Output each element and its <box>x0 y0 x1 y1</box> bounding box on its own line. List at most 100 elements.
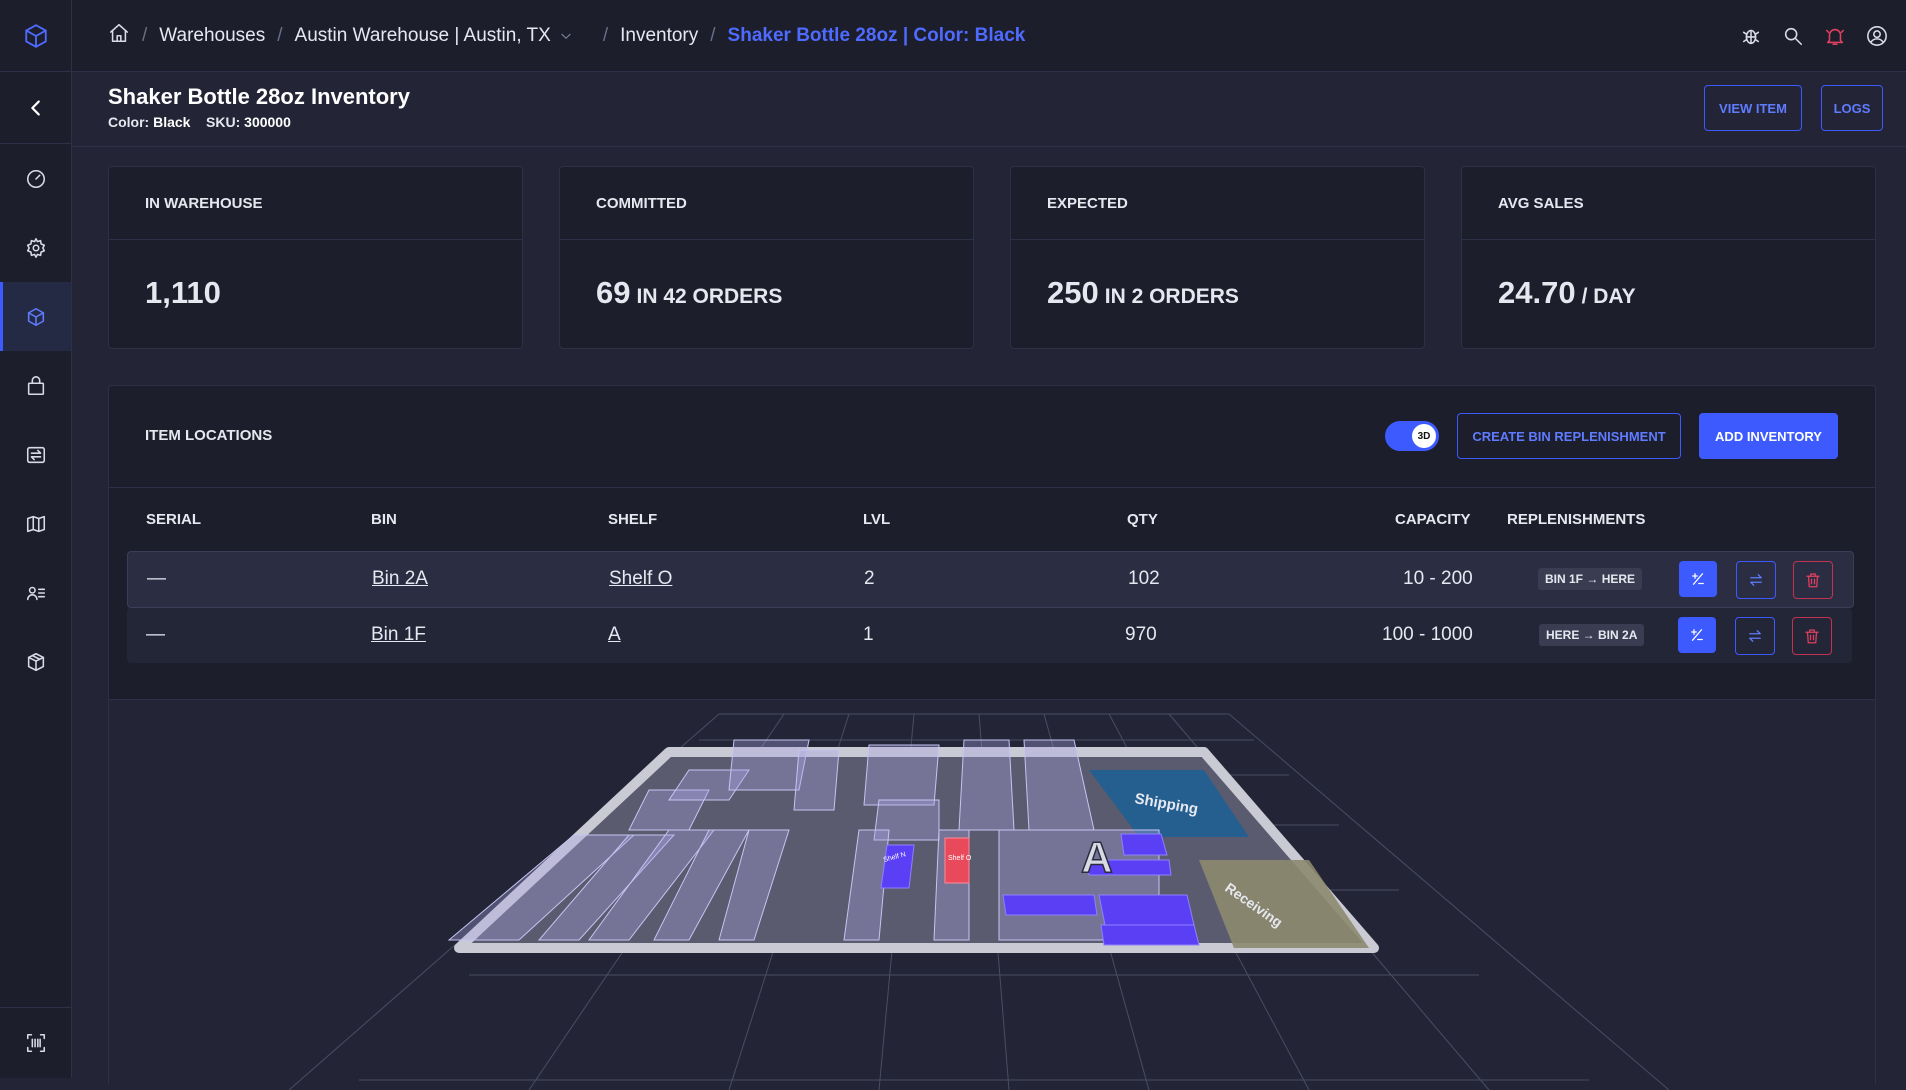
transfer-icon <box>26 446 45 463</box>
logs-button[interactable]: LOGS <box>1821 85 1883 131</box>
panel-title: ITEM LOCATIONS <box>145 427 273 444</box>
col-lvl[interactable]: LVL <box>863 511 890 528</box>
breadcrumb-warehouse[interactable]: Austin Warehouse | Austin, TX <box>295 25 551 47</box>
page-header: Shaker Bottle 28oz Inventory Color: Blac… <box>72 72 1906 147</box>
shelf-o-label: Shelf O <box>948 855 972 862</box>
bell-alert-icon[interactable] <box>1824 25 1846 47</box>
divider <box>109 239 522 240</box>
delete-button[interactable] <box>1793 561 1833 599</box>
plus-minus-icon <box>1692 573 1704 585</box>
speedometer-icon <box>26 169 45 188</box>
warehouse-3d-view[interactable]: Shipping Receiving Shelf N Shelf O A <box>109 699 1875 1090</box>
col-shelf[interactable]: SHELF <box>608 511 657 528</box>
app-logo[interactable] <box>0 0 71 72</box>
breadcrumb-current: Shaker Bottle 28oz | Color: Black <box>727 24 1026 46</box>
stat-value: 69 IN 42 ORDERS <box>596 275 783 310</box>
sidebar-item-settings[interactable] <box>0 213 71 282</box>
sidebar-item-map[interactable] <box>0 489 71 558</box>
breadcrumb-inventory[interactable]: Inventory <box>620 25 698 47</box>
toggle-knob: 3D <box>1412 424 1436 448</box>
sidebar-item-inventory[interactable] <box>0 282 71 351</box>
shelf-link[interactable]: Shelf O <box>609 568 672 590</box>
stat-card-expected: EXPECTED 250 IN 2 ORDERS <box>1010 166 1425 349</box>
shelf-link[interactable]: A <box>608 624 621 646</box>
cube-icon <box>27 307 44 326</box>
user-list-icon <box>26 586 45 600</box>
sku-value: 300000 <box>244 114 291 130</box>
package-icon <box>27 652 44 671</box>
stat-card-committed: COMMITTED 69 IN 42 ORDERS <box>559 166 974 349</box>
create-bin-replenishment-button[interactable]: CREATE BIN REPLENISHMENT <box>1457 413 1681 459</box>
transfer-button[interactable] <box>1736 561 1776 599</box>
cell-serial: — <box>147 568 166 589</box>
shelf-n-bin[interactable] <box>880 844 915 889</box>
warehouse-3d-scene[interactable]: Shipping Receiving Shelf N Shelf O A <box>109 700 1875 1090</box>
trash-icon <box>1805 629 1819 644</box>
stat-value: 24.70/ DAY <box>1498 275 1636 310</box>
breadcrumb-warehouses[interactable]: Warehouses <box>159 25 265 47</box>
breadcrumb-separator: / <box>142 24 148 46</box>
user-account-icon[interactable] <box>1866 25 1888 47</box>
divider <box>1462 239 1875 240</box>
sidebar-item-transfers[interactable] <box>0 420 71 489</box>
cell-lvl: 2 <box>864 568 875 589</box>
table-row[interactable]: — Bin 2A Shelf O 2 102 10 - 200 BIN 1F →… <box>127 551 1854 608</box>
top-bar: / Warehouses / Austin Warehouse | Austin… <box>72 0 1906 72</box>
home-icon <box>109 23 129 42</box>
transfer-button[interactable] <box>1735 617 1775 655</box>
home-link[interactable] <box>108 22 130 50</box>
color-value: Black <box>153 114 191 130</box>
chevron-down-icon[interactable] <box>559 29 573 43</box>
breadcrumb-separator: / <box>602 24 609 46</box>
bin-link[interactable]: Bin 1F <box>371 624 426 646</box>
bug-icon[interactable] <box>1740 25 1762 47</box>
bin-link[interactable]: Bin 2A <box>372 568 428 590</box>
replenishment-badge[interactable]: BIN 1F → HERE <box>1538 568 1643 590</box>
chevron-left-icon <box>30 99 40 116</box>
shopping-bag-icon <box>27 375 44 395</box>
sidebar-item-users[interactable] <box>0 558 71 627</box>
add-inventory-button[interactable]: ADD INVENTORY <box>1699 413 1838 459</box>
col-replenishments[interactable]: REPLENISHMENTS <box>1507 511 1645 528</box>
collapse-sidebar-button[interactable] <box>0 72 71 144</box>
sidebar-item-dashboard[interactable] <box>0 144 71 213</box>
stat-label: COMMITTED <box>596 195 687 212</box>
adjust-quantity-button[interactable] <box>1679 561 1717 597</box>
cell-lvl: 1 <box>863 624 874 645</box>
table-row[interactable]: — Bin 1F A 1 970 100 - 1000 HERE → BIN 2… <box>127 608 1852 663</box>
breadcrumb: / Warehouses / Austin Warehouse | Austin… <box>108 22 1025 50</box>
col-capacity[interactable]: CAPACITY <box>1395 511 1471 528</box>
col-serial[interactable]: SERIAL <box>146 511 201 528</box>
plus-minus-icon <box>1691 629 1703 641</box>
item-meta: Color: Black SKU: 300000 <box>108 114 291 130</box>
replenishment-badge[interactable]: HERE → BIN 2A <box>1539 624 1645 646</box>
col-qty[interactable]: QTY <box>1127 511 1158 528</box>
col-bin[interactable]: BIN <box>371 511 397 528</box>
divider <box>560 239 973 240</box>
cube-logo-icon <box>24 23 47 48</box>
view-item-button[interactable]: VIEW ITEM <box>1704 85 1802 131</box>
divider <box>1011 239 1424 240</box>
cell-qty: 102 <box>1128 568 1160 589</box>
3d-toggle[interactable]: 3D <box>1385 421 1439 451</box>
gear-icon <box>26 237 45 258</box>
top-actions <box>1740 0 1888 71</box>
sidebar <box>0 0 72 1078</box>
sidebar-item-orders[interactable] <box>0 351 71 420</box>
cell-qty: 970 <box>1125 624 1157 645</box>
search-icon[interactable] <box>1782 25 1804 47</box>
cell-serial: — <box>146 624 165 645</box>
stat-label: IN WAREHOUSE <box>145 195 263 212</box>
stat-value: 1,110 <box>145 275 221 310</box>
sidebar-item-products[interactable] <box>0 627 71 696</box>
trash-icon <box>1806 573 1820 588</box>
breadcrumb-separator: / <box>277 24 283 46</box>
delete-button[interactable] <box>1792 617 1832 655</box>
adjust-quantity-button[interactable] <box>1678 617 1716 653</box>
stat-label: AVG SALES <box>1498 195 1584 212</box>
stat-card-avg-sales: AVG SALES 24.70/ DAY <box>1461 166 1876 349</box>
scan-button[interactable] <box>0 1007 71 1078</box>
barcode-scan-icon <box>26 1033 45 1053</box>
cell-capacity: 100 - 1000 <box>1382 624 1473 645</box>
map-icon <box>26 515 45 532</box>
